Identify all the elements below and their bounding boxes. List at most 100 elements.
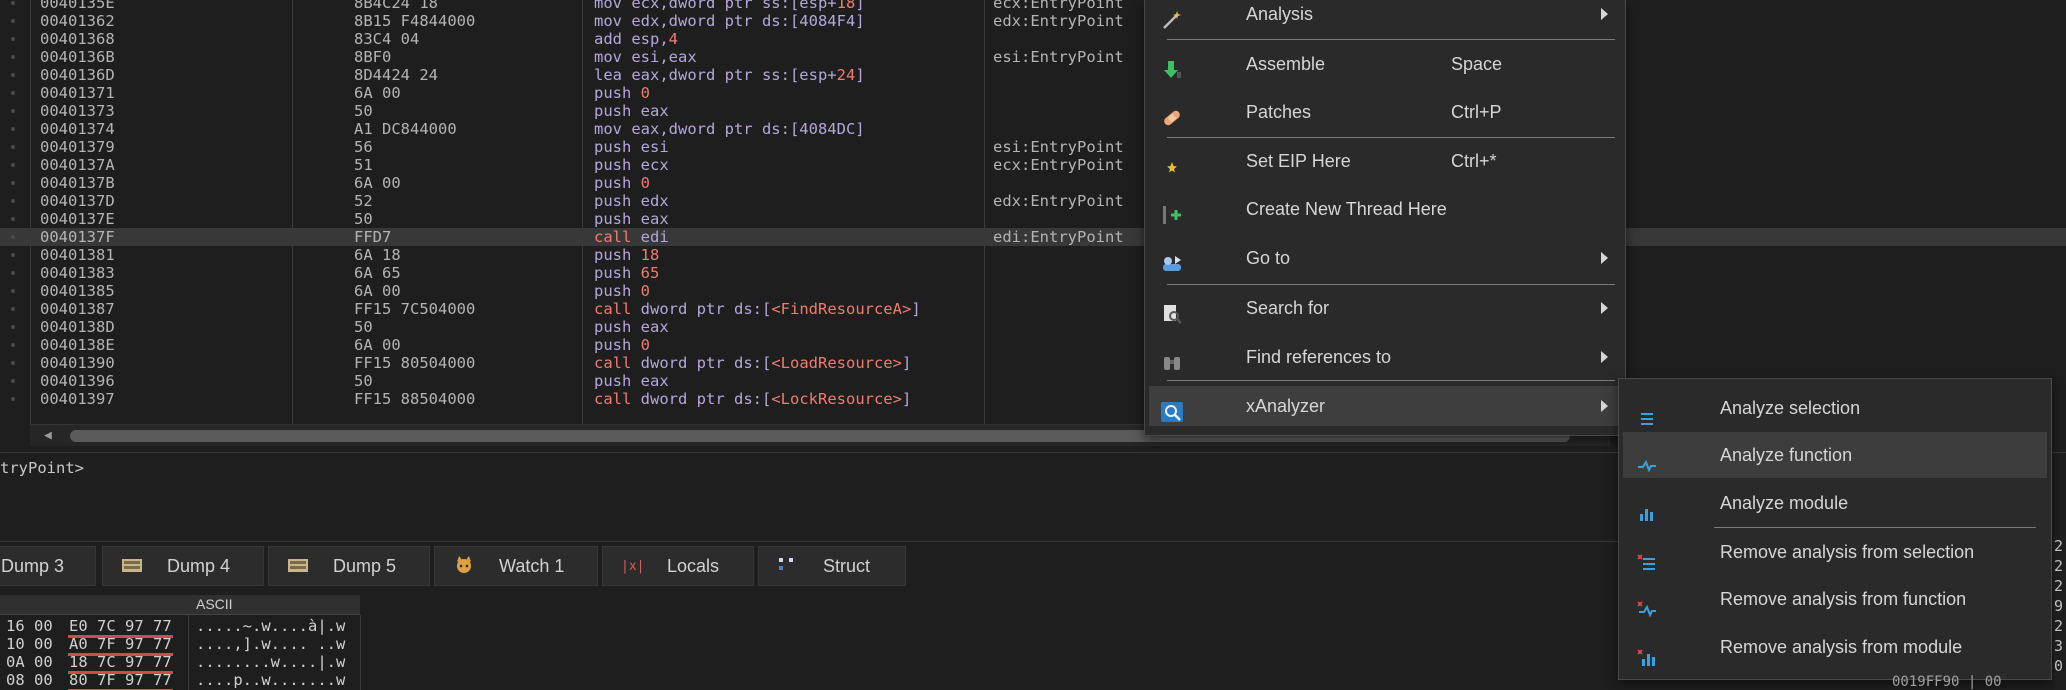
breakpoint-dot[interactable] — [11, 91, 15, 95]
tab-watch-1[interactable]: Watch 1 — [434, 546, 598, 586]
submenu-item-remove-analysis-from-function[interactable]: Remove analysis from function — [1623, 576, 2047, 622]
breakpoint-dot[interactable] — [11, 127, 15, 131]
breakpoint-dot[interactable] — [11, 235, 15, 239]
disasm-row[interactable]: 0040137D 52 push edx edx:EntryPoint — [0, 192, 2066, 210]
submenu-item-remove-analysis-from-module[interactable]: Remove analysis from module — [1623, 624, 2047, 670]
breakpoint-dot[interactable] — [11, 55, 15, 59]
disasm-row[interactable]: 00401379 56 push esi esi:EntryPoint — [0, 138, 2066, 156]
instruction-part: 4 — [668, 30, 678, 48]
instruction: push 0 — [594, 336, 650, 354]
disasm-row[interactable]: 00401362 8B15 F4844000 mov edx,dword ptr d… — [0, 12, 2066, 30]
menu-item-set-eip-here[interactable]: Set EIP Here Ctrl+* — [1149, 141, 1621, 181]
disasm-row[interactable]: 0040137B 6A 00 push 0 — [0, 174, 2066, 192]
address: 00401374 — [40, 120, 115, 138]
tab-dump-5[interactable]: Dump 5 — [268, 546, 430, 586]
disasm-row[interactable]: 00401368 83C4 04 add esp,4 — [0, 30, 2066, 48]
submenu-item-analyze-function[interactable]: Analyze function — [1623, 432, 2047, 478]
breakpoint-dot[interactable] — [11, 199, 15, 203]
instruction-part: dword ptr ds:[ — [640, 354, 772, 372]
instruction-part: push eax — [594, 210, 669, 228]
breakpoint-dot[interactable] — [11, 361, 15, 365]
breakpoint-dot[interactable] — [11, 163, 15, 167]
tab-dump-4[interactable]: Dump 4 — [102, 546, 264, 586]
tab-struct[interactable]: Struct — [758, 546, 906, 586]
opcode-bytes: 56 — [354, 138, 373, 156]
thread-icon — [1161, 199, 1183, 224]
breakpoint-dot[interactable] — [11, 37, 15, 41]
disassembly-view[interactable]: 0040135E 8B4C24 18 mov ecx,dword ptr ss:[e… — [0, 0, 2066, 424]
breakpoint-dot[interactable] — [11, 289, 15, 293]
breakpoint-dot[interactable] — [11, 1, 15, 5]
address: 00401368 — [40, 30, 115, 48]
function-wave-icon — [1637, 446, 1657, 473]
breakpoint-dot[interactable] — [11, 397, 15, 401]
breakpoint-dot[interactable] — [11, 343, 15, 347]
instruction: mov eax,dword ptr ds:[4084DC] — [594, 120, 865, 138]
opcode-bytes: 6A 00 — [354, 174, 401, 192]
submenu-arrow-icon — [1601, 8, 1608, 20]
breakpoint-dot[interactable] — [11, 217, 15, 221]
instruction-part: call — [594, 228, 641, 246]
instruction-part: push — [594, 264, 641, 282]
breakpoint-dot[interactable] — [11, 271, 15, 275]
breakpoint-dot[interactable] — [11, 73, 15, 77]
disasm-row[interactable]: 0040138E 6A 00 push 0 — [0, 336, 2066, 354]
submenu-item-label: Analyze selection — [1720, 398, 1861, 418]
instruction: push edx — [594, 192, 669, 210]
instruction: push ecx — [594, 156, 669, 174]
instruction: push 65 — [594, 264, 659, 282]
scroll-left-arrow-icon[interactable]: ◀ — [44, 428, 52, 443]
menu-item-label: Go to — [1246, 248, 1291, 268]
instruction-part: <FindResourceA> — [771, 300, 912, 318]
menu-item-analysis[interactable]: Analysis — [1149, 0, 1621, 34]
disasm-row[interactable]: 00401373 50 push eax — [0, 102, 2066, 120]
breakpoint-dot[interactable] — [11, 253, 15, 257]
tab-dump-3[interactable]: Dump 3 — [0, 546, 96, 586]
address: 00401379 — [40, 138, 115, 156]
submenu-item-label: Analyze function — [1720, 445, 1853, 465]
disasm-row[interactable]: 0040136D 8D4424 24 lea eax,dword ptr ss:[e… — [0, 66, 2066, 84]
disasm-row[interactable]: 00401374 A1 DC844000 mov eax,dword ptr ds:… — [0, 120, 2066, 138]
disasm-row[interactable]: 00401381 6A 18 push 18 — [0, 246, 2066, 264]
menu-item-find-references-to[interactable]: Find references to — [1149, 337, 1621, 377]
submenu-item-label: Remove analysis from selection — [1720, 542, 1975, 562]
submenu-item-analyze-selection[interactable]: Analyze selection — [1623, 385, 2047, 431]
disasm-row[interactable]: 00401385 6A 00 push 0 — [0, 282, 2066, 300]
breakpoint-dot[interactable] — [11, 325, 15, 329]
disasm-row[interactable]: 0040135E 8B4C24 18 mov ecx,dword ptr ss:[e… — [0, 0, 2066, 12]
disasm-row[interactable]: 0040137F FFD7 call edi edi:EntryPoint — [0, 228, 2066, 246]
remove-selection-icon — [1637, 543, 1657, 570]
comment: edi:EntryPoint — [993, 228, 1124, 246]
breakpoint-dot[interactable] — [11, 109, 15, 113]
menu-item-create-new-thread-here[interactable]: Create New Thread Here — [1149, 189, 1621, 229]
opcode-bytes: 83C4 04 — [354, 30, 420, 48]
menu-item-go-to[interactable]: Go to — [1149, 238, 1621, 278]
address: 0040138D — [40, 318, 115, 336]
tab-label: Watch 1 — [499, 556, 565, 576]
submenu-item-remove-analysis-from-selection[interactable]: Remove analysis from selection — [1623, 529, 2047, 575]
disasm-row[interactable]: 0040137E 50 push eax — [0, 210, 2066, 228]
disasm-row[interactable]: 00401371 6A 00 push 0 — [0, 84, 2066, 102]
breakpoint-dot[interactable] — [11, 181, 15, 185]
breakpoint-dot[interactable] — [11, 379, 15, 383]
menu-item-xanalyzer[interactable]: xAnalyzer — [1149, 386, 1621, 426]
disasm-row[interactable]: 0040138D 50 push eax — [0, 318, 2066, 336]
disasm-row[interactable]: 00401383 6A 65 push 65 — [0, 264, 2066, 282]
comment: ecx:EntryPoint — [993, 0, 1124, 12]
disasm-row[interactable]: 0040137A 51 push ecx ecx:EntryPoint — [0, 156, 2066, 174]
menu-separator — [1167, 137, 1615, 138]
disasm-row[interactable]: 00401390 FF15 80504000 call dword ptr ds:[… — [0, 354, 2066, 372]
menu-item-patches[interactable]: Patches Ctrl+P — [1149, 92, 1621, 132]
comment: edx:EntryPoint — [993, 192, 1124, 210]
menu-item-assemble[interactable]: Assemble Space — [1149, 44, 1621, 84]
address: 00401397 — [40, 390, 115, 408]
disasm-row[interactable]: 0040136B 8BF0 mov esi,eax esi:EntryPoint — [0, 48, 2066, 66]
instruction: mov esi,eax — [594, 48, 697, 66]
disasm-row[interactable]: 00401387 FF15 7C504000 call dword ptr ds:[… — [0, 300, 2066, 318]
breakpoint-dot[interactable] — [11, 145, 15, 149]
tab-locals[interactable]: |x| Locals — [602, 546, 754, 586]
menu-item-search-for[interactable]: Search for — [1149, 288, 1621, 328]
submenu-item-analyze-module[interactable]: Analyze module — [1623, 480, 2047, 526]
breakpoint-dot[interactable] — [11, 307, 15, 311]
breakpoint-dot[interactable] — [11, 19, 15, 23]
